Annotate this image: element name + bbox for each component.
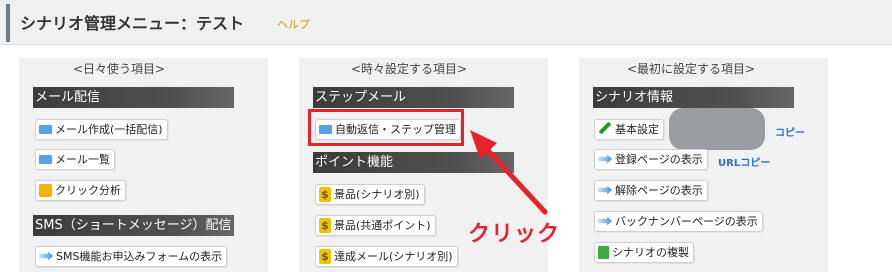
annotation-arrow-icon [470, 130, 548, 215]
click-annotation-label: クリック [468, 222, 561, 247]
